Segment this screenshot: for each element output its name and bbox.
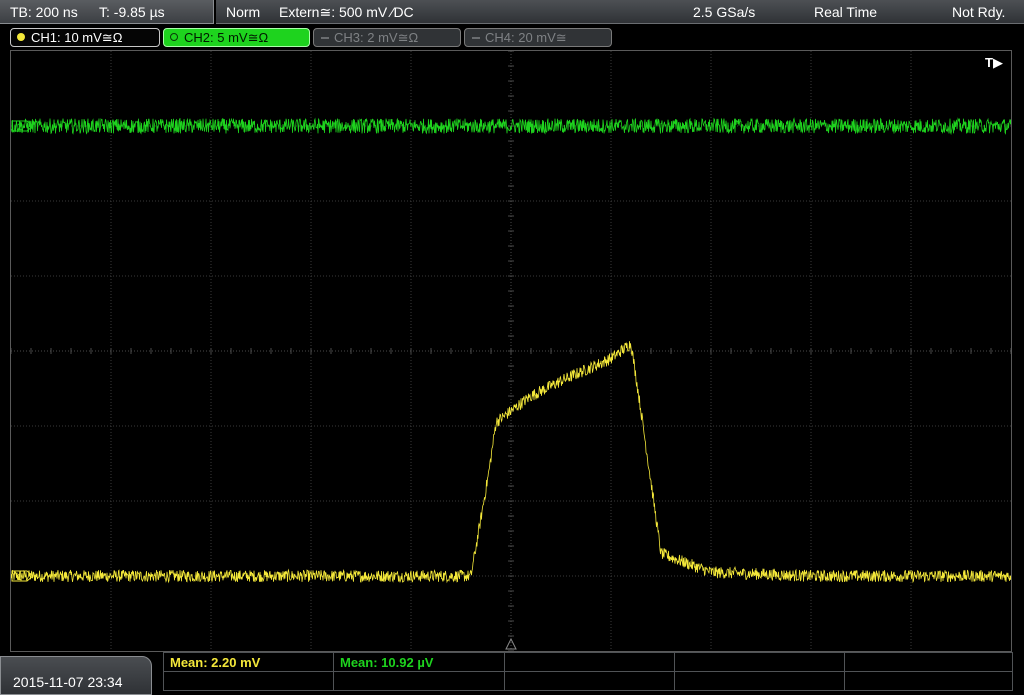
measurement-cell-2[interactable]: Mean: 10.92 µV (333, 652, 505, 672)
trigger-point-arrow-icon (505, 637, 517, 650)
channel-on-dot-icon (17, 33, 25, 41)
measurement-table: Mean: 2.20 mV Mean: 10.92 µV (163, 652, 1013, 695)
channel-2-label: CH2: 5 mV≅Ω (184, 30, 269, 45)
timebase-readout: TB: 200 ns (10, 4, 78, 20)
trigger-status-strip[interactable]: Norm Extern≅: 500 mV ⁄DC 2.5 GSa/s Real … (216, 0, 1024, 24)
measurement-cell-1[interactable]: Mean: 2.20 mV (163, 652, 334, 672)
datetime-panel: 2015-11-07 23:34 (0, 656, 152, 695)
channel-3-tab[interactable]: CH3: 2 mV≅Ω (313, 28, 461, 47)
measurement-cell-8[interactable] (504, 671, 675, 691)
sample-rate: 2.5 GSa/s (693, 4, 756, 20)
channel-1-tab[interactable]: CH1: 10 mV≅Ω (10, 28, 160, 47)
trigger-position-marker: T▶ (985, 55, 1003, 70)
channel-3-label: CH3: 2 mV≅Ω (334, 30, 419, 45)
measurement-cell-5[interactable] (844, 652, 1013, 672)
measurement-cell-4[interactable] (674, 652, 845, 672)
measurement-cell-3[interactable] (504, 652, 675, 672)
acquisition-status: Not Rdy. (952, 4, 1006, 20)
trigger-mode: Norm (226, 4, 261, 20)
channel-4-tab[interactable]: CH4: 20 mV≅ (464, 28, 612, 47)
channel-off-dash-icon (472, 37, 480, 39)
trigger-source: Extern≅: 500 mV ⁄DC (279, 4, 414, 20)
waveform-plot: 21 (11, 51, 1011, 651)
timebase-panel[interactable]: TB: 200 ns T: -9.85 µs (0, 0, 214, 24)
channel-2-tab[interactable]: CH2: 5 mV≅Ω (163, 28, 310, 47)
channel-1-label: CH1: 10 mV≅Ω (31, 30, 123, 45)
measurement-cell-10[interactable] (844, 671, 1013, 691)
channel-marker-label: 2 (17, 122, 22, 132)
acquisition-mode: Real Time (814, 4, 878, 20)
datetime-readout: 2015-11-07 23:34 (13, 674, 123, 690)
channel-off-dash-icon (321, 37, 329, 39)
channel-selected-dot-icon (170, 33, 178, 41)
channel-marker-label: 1 (17, 572, 22, 582)
graticule-grid (11, 51, 1011, 651)
channel-4-label: CH4: 20 mV≅ (485, 30, 567, 45)
ch2-mean-measurement: Mean: 10.92 µV (340, 655, 434, 670)
measurement-cell-7[interactable] (333, 671, 505, 691)
top-status-bar: TB: 200 ns T: -9.85 µs Norm Extern≅: 500… (0, 0, 1024, 25)
ch1-mean-measurement: Mean: 2.20 mV (170, 655, 261, 670)
measurement-cell-6[interactable] (163, 671, 334, 691)
trigger-time-readout: T: -9.85 µs (99, 4, 165, 20)
waveform-display[interactable]: 21 T▶ (10, 50, 1012, 652)
measurement-cell-9[interactable] (674, 671, 845, 691)
